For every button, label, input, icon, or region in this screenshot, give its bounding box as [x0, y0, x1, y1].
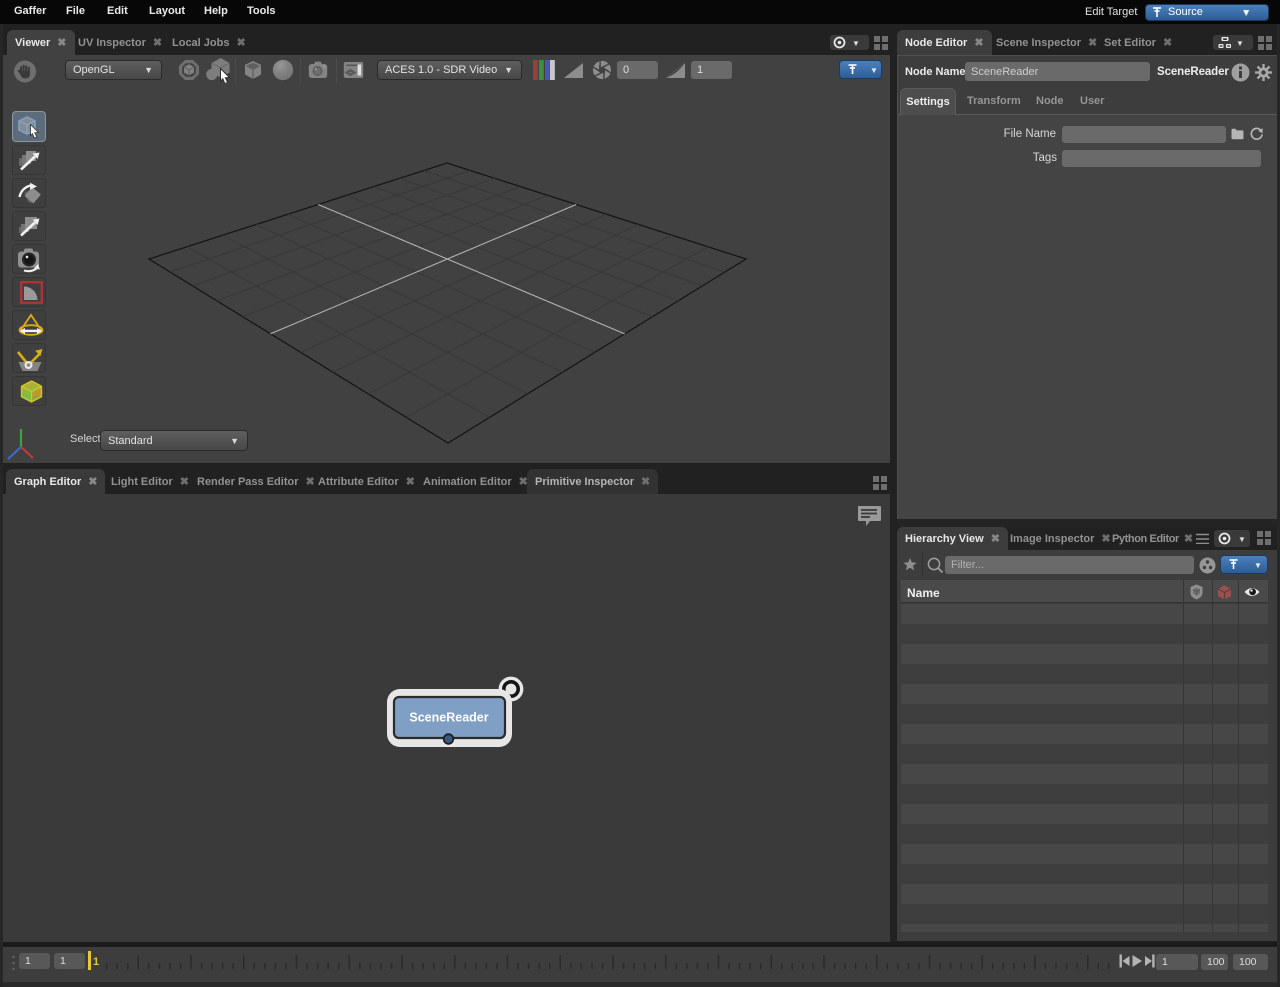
svg-text:SceneReader: SceneReader	[409, 711, 488, 725]
